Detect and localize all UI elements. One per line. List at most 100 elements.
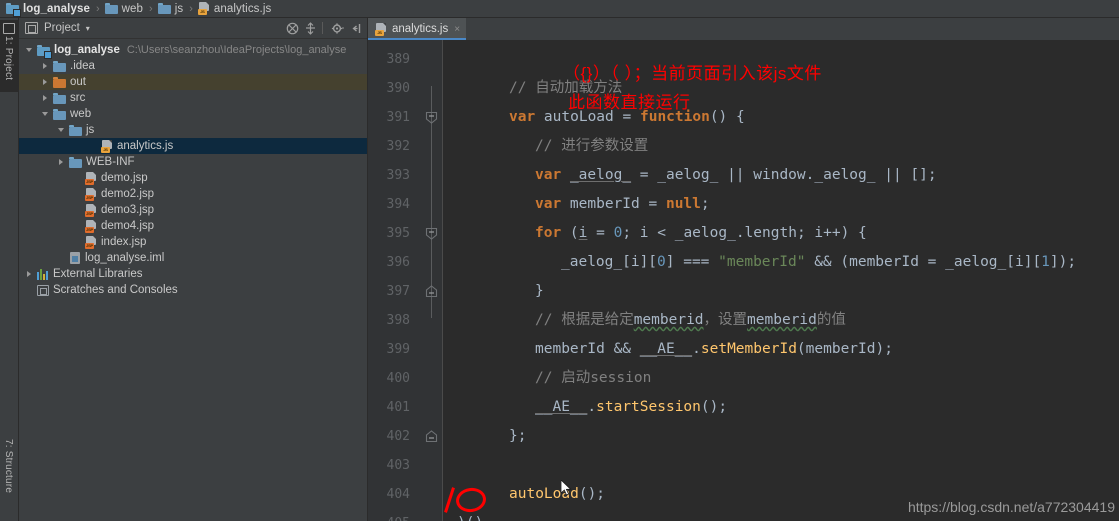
tree-node-log-analyse[interactable]: log_analyse C:\Users\seanzhou\IdeaProject… bbox=[19, 42, 367, 59]
code-token: var bbox=[509, 109, 536, 125]
tab-analytics-js[interactable]: JS analytics.js × bbox=[368, 18, 467, 40]
chevron-down-icon[interactable]: ▾ bbox=[86, 24, 90, 33]
code-line-404[interactable]: autoLoad(); bbox=[509, 480, 605, 509]
folder-icon bbox=[104, 3, 118, 14]
code-token: var bbox=[535, 196, 562, 212]
chevron-down-icon[interactable] bbox=[25, 46, 34, 55]
code-line-397[interactable]: } bbox=[535, 277, 544, 306]
chevron-right-icon[interactable] bbox=[25, 270, 34, 279]
breadcrumb-item-js[interactable]: js bbox=[157, 0, 184, 18]
sidebar-tab-structure-label: 7: Structure bbox=[3, 439, 14, 494]
code-token: ; bbox=[700, 196, 710, 212]
watermark: https://blog.csdn.net/a772304419 bbox=[907, 499, 1115, 515]
tree-node-log-analyse-iml[interactable]: log_analyse.iml bbox=[19, 250, 367, 266]
mouse-cursor bbox=[561, 480, 572, 496]
code-token: // 根据是给定 bbox=[535, 312, 634, 328]
sidebar-tab-project[interactable]: 1: Project bbox=[0, 20, 18, 92]
breadcrumb-item-log-analyse[interactable]: log_analyse bbox=[6, 0, 90, 18]
line-number: 399 bbox=[386, 342, 410, 357]
tree-node-scratches-and-consoles[interactable]: Scratches and Consoles bbox=[19, 282, 367, 298]
line-number: 392 bbox=[386, 139, 410, 154]
module-folder-icon bbox=[6, 3, 21, 17]
jsp-file-icon: JSP bbox=[85, 219, 97, 233]
fold-end-icon[interactable] bbox=[425, 430, 438, 443]
close-icon[interactable]: × bbox=[454, 24, 460, 35]
tree-node-demo2-jsp[interactable]: JSP demo2.jsp bbox=[19, 186, 367, 202]
project-tree[interactable]: log_analyse C:\Users\seanzhou\IdeaProject… bbox=[19, 40, 367, 521]
tree-node--idea[interactable]: .idea bbox=[19, 58, 367, 74]
project-tool-window-header: Project ▾ bbox=[19, 18, 367, 39]
tree-node-label: External Libraries bbox=[53, 268, 143, 280]
code-line-396[interactable]: _aelog_[i][0] === "memberId" && (memberI… bbox=[561, 248, 1076, 277]
tree-node-demo4-jsp[interactable]: JSP demo4.jsp bbox=[19, 218, 367, 234]
line-number: 403 bbox=[386, 458, 410, 473]
sidebar-tab-project-label: 1: Project bbox=[3, 36, 14, 81]
toolbar-divider bbox=[322, 22, 323, 34]
line-number: 391 bbox=[386, 110, 410, 125]
fold-collapse-icon[interactable] bbox=[425, 111, 438, 124]
chevron-down-icon[interactable] bbox=[41, 110, 50, 119]
chevron-right-icon[interactable] bbox=[41, 94, 50, 103]
tree-node-demo3-jsp[interactable]: JSP demo3.jsp bbox=[19, 202, 367, 218]
code-line-402[interactable]: }; bbox=[509, 422, 526, 451]
line-number: 390 bbox=[386, 81, 410, 96]
chevron-down-icon[interactable] bbox=[57, 126, 66, 135]
tree-node-label: js bbox=[86, 124, 95, 136]
gear-icon[interactable] bbox=[330, 21, 345, 36]
chevron-right-icon[interactable] bbox=[41, 78, 50, 87]
code-line-399[interactable]: memberId && __AE__.setMemberId(memberId)… bbox=[535, 335, 893, 364]
breadcrumb-separator: › bbox=[189, 2, 193, 15]
folder-icon bbox=[69, 156, 82, 168]
tree-node-out[interactable]: out bbox=[19, 74, 367, 90]
code-token: ，设置 bbox=[703, 312, 748, 328]
line-number: 389 bbox=[386, 52, 410, 67]
code-line-393[interactable]: var _aelog_ = _aelog_ || window._aelog_ … bbox=[535, 161, 937, 190]
hide-window-icon[interactable] bbox=[348, 21, 363, 36]
code-token: = _aelog_ || window._aelog_ || []; bbox=[631, 167, 937, 183]
code-token: // 启动session bbox=[535, 370, 652, 386]
scratch-icon bbox=[37, 284, 49, 296]
breadcrumb-separator: › bbox=[149, 2, 153, 15]
tree-node-js[interactable]: js bbox=[19, 122, 367, 138]
code-content[interactable]: // 自动加载方法 var autoLoad = function() {// 进… bbox=[443, 40, 1119, 521]
tree-node-web[interactable]: web bbox=[19, 106, 367, 122]
iml-file-icon bbox=[69, 251, 81, 265]
breadcrumb-item-label: web bbox=[121, 2, 144, 15]
tree-node-demo-jsp[interactable]: JSP demo.jsp bbox=[19, 170, 367, 186]
breadcrumb-item-analytics-js[interactable]: JS analytics.js bbox=[197, 0, 271, 18]
chevron-right-icon[interactable] bbox=[57, 158, 66, 167]
code-line-400[interactable]: // 启动session bbox=[535, 364, 651, 393]
code-token: memberid bbox=[747, 312, 817, 328]
line-number-gutter[interactable]: 389 390 391 392 393 394 395 396 397 398 399 400 401 4… bbox=[368, 40, 443, 521]
tree-node-web-inf[interactable]: WEB-INF bbox=[19, 154, 367, 170]
code-line-392[interactable]: // 进行参数设置 bbox=[535, 132, 648, 161]
code-token: . bbox=[587, 399, 597, 415]
fold-collapse-icon[interactable] bbox=[425, 227, 438, 240]
code-line-395[interactable]: for (i = 0; i < _aelog_.length; i++) { bbox=[535, 219, 867, 248]
collapse-all-icon[interactable] bbox=[285, 21, 300, 36]
code-line-394[interactable]: var memberId = null; bbox=[535, 190, 710, 219]
code-line-398[interactable]: // 根据是给定memberid，设置memberid的值 bbox=[535, 306, 846, 335]
tree-node-src[interactable]: src bbox=[19, 90, 367, 106]
code-token: && (memberId = _aelog_[i][ bbox=[805, 254, 1042, 270]
code-editor[interactable]: 389 390 391 392 393 394 395 396 397 398 399 400 401 4… bbox=[368, 40, 1119, 521]
expand-all-icon[interactable] bbox=[303, 21, 318, 36]
chevron-right-icon[interactable] bbox=[41, 62, 50, 71]
tree-node-label: demo3.jsp bbox=[101, 204, 155, 216]
breadcrumb-item-web[interactable]: web bbox=[104, 0, 144, 18]
fold-end-icon[interactable] bbox=[425, 285, 438, 298]
sidebar-tab-structure[interactable]: 7: Structure bbox=[0, 437, 18, 513]
tree-node-label: demo.jsp bbox=[101, 172, 148, 184]
code-token: 1 bbox=[1041, 254, 1050, 270]
tree-node-external-libraries[interactable]: External Libraries bbox=[19, 266, 367, 282]
line-number: 402 bbox=[386, 429, 410, 444]
code-token: () { bbox=[709, 109, 745, 125]
annotation-text-line2: 此函数直接运行 bbox=[568, 93, 691, 112]
idea-window: log_analyse › web › js › JS analytics.js 1: Pro… bbox=[0, 0, 1119, 521]
code-token: var bbox=[535, 167, 562, 183]
code-line-401[interactable]: __AE__.startSession(); bbox=[535, 393, 727, 422]
tree-node-index-jsp[interactable]: JSP index.jsp bbox=[19, 234, 367, 250]
tree-node-analytics-js[interactable]: JS analytics.js bbox=[19, 138, 367, 154]
